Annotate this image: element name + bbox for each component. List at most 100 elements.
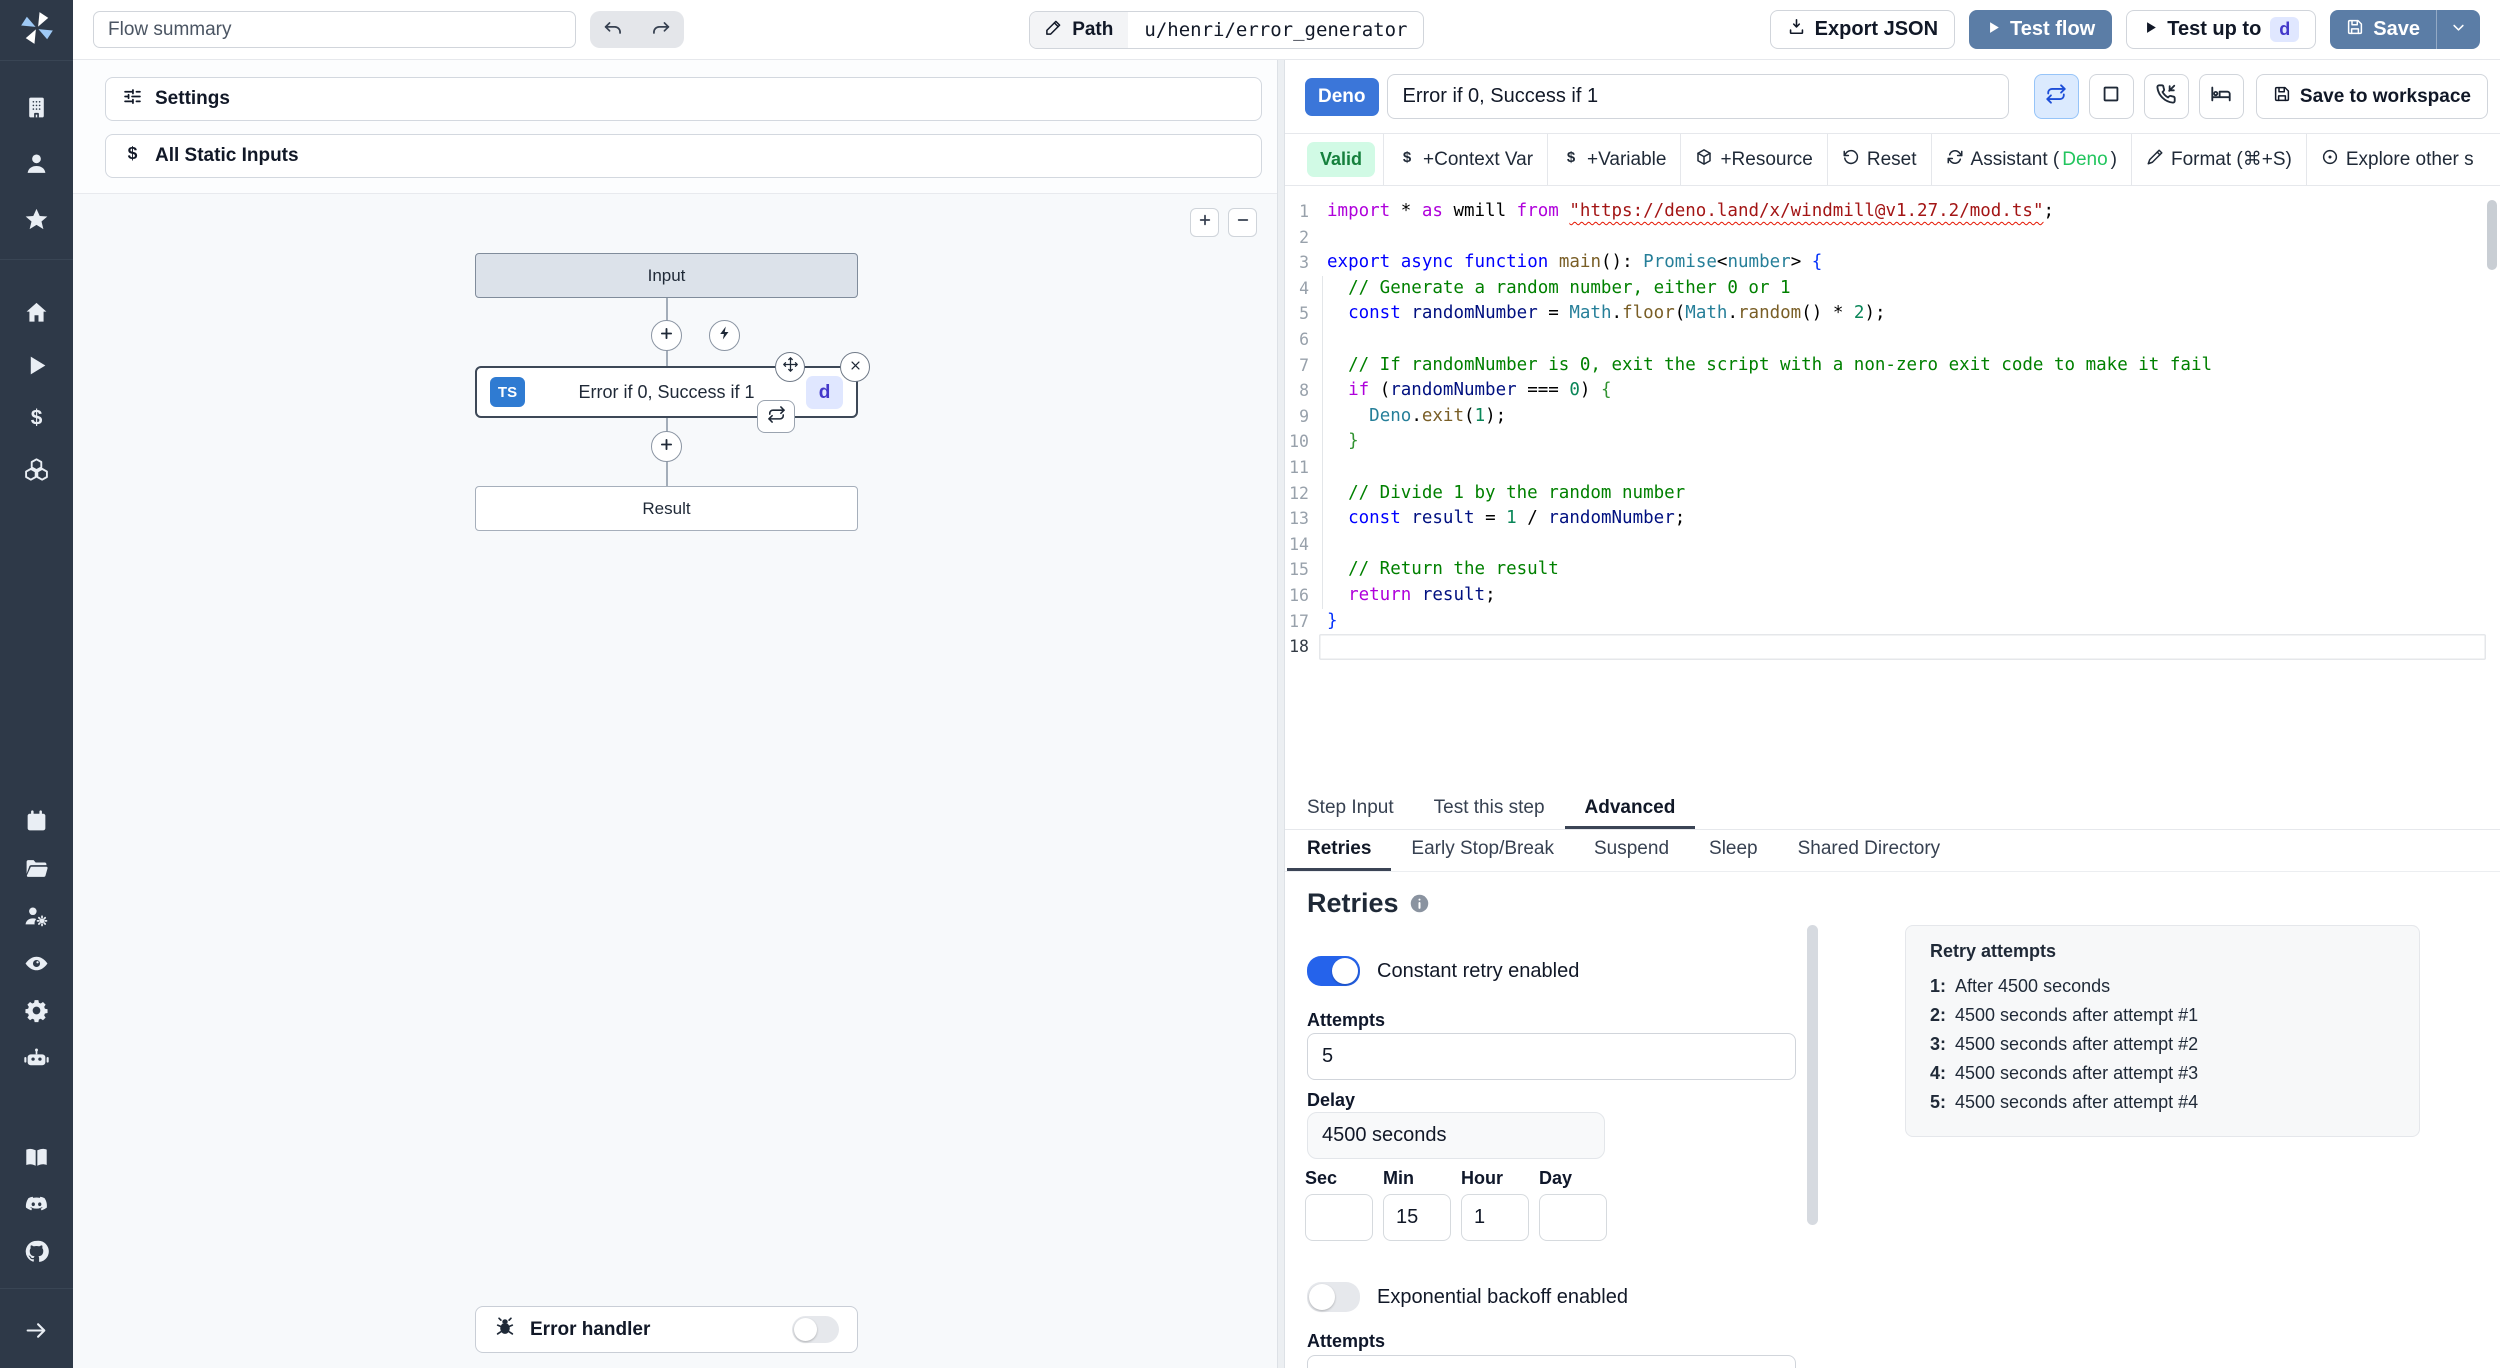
test-up-to-button[interactable]: Test up to d — [2126, 10, 2317, 49]
subtab-sleep[interactable]: Sleep — [1689, 830, 1778, 871]
constant-retry-toggle[interactable] — [1307, 956, 1360, 986]
add-step-button[interactable] — [651, 320, 682, 351]
code-editor[interactable]: 1 import * as wmill from "https://deno.la… — [1285, 186, 2500, 789]
save-to-workspace-button[interactable]: Save to workspace — [2255, 74, 2488, 119]
save-dropdown-button[interactable] — [2436, 10, 2480, 49]
square-setting-button[interactable] — [2088, 74, 2134, 119]
zoom-out-button[interactable] — [1228, 208, 1257, 237]
graph-node-step[interactable]: TS Error if 0, Success if 1 d — [475, 352, 870, 433]
phone-incoming-setting-button[interactable] — [2143, 74, 2189, 119]
pen-icon — [2146, 148, 2164, 172]
trigger-button[interactable] — [709, 320, 740, 351]
toolbar-resetbutton[interactable]: Reset — [1826, 134, 1931, 185]
subtab-suspend[interactable]: Suspend — [1574, 830, 1689, 871]
discord-icon — [24, 1192, 49, 1222]
next-attempts-input[interactable] — [1307, 1355, 1796, 1368]
sidebar-item-star[interactable] — [0, 199, 73, 245]
redo-button[interactable] — [637, 11, 684, 48]
undo-button[interactable] — [590, 11, 637, 48]
flow-settings-button[interactable]: Settings — [105, 77, 1262, 121]
error-handler-toggle[interactable] — [792, 1316, 839, 1343]
sidebar-item-building[interactable] — [0, 87, 73, 133]
sidebar-item-boxes[interactable] — [0, 449, 73, 495]
eye-icon — [24, 951, 49, 981]
export-json-button[interactable]: Export JSON — [1769, 10, 1956, 49]
sidebar-item-book[interactable] — [0, 1137, 73, 1183]
toolbar--variablebutton[interactable]: $ +Variable — [1547, 134, 1680, 185]
subtab-retries[interactable]: Retries — [1287, 830, 1392, 871]
delete-step-button[interactable] — [840, 352, 870, 382]
sidebar-item-dollar[interactable]: $ — [0, 397, 73, 443]
retry-indicator-button[interactable] — [757, 400, 795, 433]
lightning-icon — [717, 325, 733, 346]
sidebar-item-windmill-logo[interactable] — [0, 7, 73, 53]
flow-graph-canvas[interactable]: Input TS Error if 0, Success if 1 d Resu… — [73, 193, 1277, 1368]
svg-text:$: $ — [1403, 148, 1412, 165]
phone-incoming-icon — [2155, 83, 2177, 110]
target-icon — [2321, 148, 2339, 172]
tab-advanced[interactable]: Advanced — [1564, 789, 1696, 829]
info-icon[interactable] — [1409, 893, 1430, 914]
save-button[interactable]: Save — [2330, 10, 2436, 49]
exponential-backoff-toggle[interactable] — [1307, 1282, 1360, 1312]
code-line-1: 1 import * as wmill from "https://deno.la… — [1299, 201, 2055, 221]
time-input-sec[interactable] — [1305, 1194, 1373, 1241]
time-field-sec: Sec — [1305, 1168, 1373, 1241]
sidebar-item-arrow-right[interactable] — [0, 1310, 73, 1356]
code-line-2: 2 — [1299, 227, 1309, 247]
path-value[interactable]: u/henri/error_generator — [1128, 19, 1423, 41]
folder-icon — [24, 856, 49, 886]
toolbar--context-varbutton[interactable]: $ +Context Var — [1383, 134, 1547, 185]
error-handler-node[interactable]: Error handler — [475, 1306, 858, 1353]
add-step-button[interactable] — [651, 431, 682, 462]
sidebar-divider — [0, 1288, 73, 1289]
tab-test-this-step[interactable]: Test this step — [1414, 789, 1565, 829]
flow-summary-input[interactable] — [93, 11, 576, 48]
sidebar-item-folder[interactable] — [0, 848, 73, 894]
sidebar-item-user[interactable] — [0, 143, 73, 189]
code-line-14: 14 — [1285, 531, 2500, 558]
retries-scrollbar[interactable] — [1807, 925, 1818, 1225]
repeat-setting-button[interactable] — [2033, 74, 2079, 119]
refresh-icon — [1946, 148, 1964, 172]
path-field[interactable]: Path u/henri/error_generator — [1029, 10, 1425, 49]
time-input-min[interactable] — [1383, 1194, 1451, 1241]
sidebar-item-settings[interactable] — [0, 990, 73, 1036]
step-name-input[interactable] — [1386, 74, 2009, 119]
toolbar-format-s-button[interactable]: Format (⌘+S) — [2130, 134, 2306, 185]
panel-divider[interactable] — [1277, 60, 1285, 1368]
toolbar-explore-other-sbutton[interactable]: Explore other s — [2305, 134, 2488, 185]
editor-scrollbar[interactable] — [2487, 200, 2497, 270]
zoom-in-button[interactable] — [1190, 208, 1219, 237]
tab-step-input[interactable]: Step Input — [1287, 789, 1414, 829]
pencil-icon — [1045, 18, 1063, 42]
subtab-early-stop-break[interactable]: Early Stop/Break — [1391, 830, 1574, 871]
bed-icon — [2210, 83, 2232, 110]
sidebar-item-eye[interactable] — [0, 943, 73, 989]
code-line-18: 18 — [1285, 634, 2500, 660]
subtab-shared-directory[interactable]: Shared Directory — [1778, 830, 1961, 871]
sidebar-item-play[interactable] — [0, 345, 73, 391]
test-flow-button[interactable]: Test flow — [1969, 10, 2113, 49]
all-static-inputs-button[interactable]: $ All Static Inputs — [105, 134, 1262, 178]
sidebar-item-home[interactable] — [0, 292, 73, 338]
time-input-hour[interactable] — [1461, 1194, 1529, 1241]
retry-summary-item: 4: 4500 seconds after attempt #3 — [1930, 1063, 2199, 1083]
sidebar-item-calendar[interactable] — [0, 801, 73, 847]
attempts-input[interactable] — [1307, 1033, 1796, 1080]
step-id-badge: d — [806, 376, 843, 409]
step-editor-header: Deno Save to workspace — [1285, 60, 2500, 133]
graph-node-result[interactable]: Result — [475, 486, 858, 531]
sidebar-item-users-cog[interactable] — [0, 896, 73, 942]
toolbar-assistant-button[interactable]: Assistant (Deno) — [1930, 134, 2131, 185]
delay-input[interactable] — [1307, 1112, 1605, 1159]
sidebar-item-bot[interactable] — [0, 1038, 73, 1084]
toolbar--resourcebutton[interactable]: +Resource — [1680, 134, 1826, 185]
graph-node-input[interactable]: Input — [475, 253, 858, 298]
sidebar-item-discord[interactable] — [0, 1184, 73, 1230]
time-input-day[interactable] — [1539, 1194, 1607, 1241]
sidebar-item-github[interactable] — [0, 1231, 73, 1277]
move-step-button[interactable] — [775, 352, 805, 382]
time-field-min: Min — [1383, 1168, 1451, 1241]
bed-setting-button[interactable] — [2198, 74, 2244, 119]
